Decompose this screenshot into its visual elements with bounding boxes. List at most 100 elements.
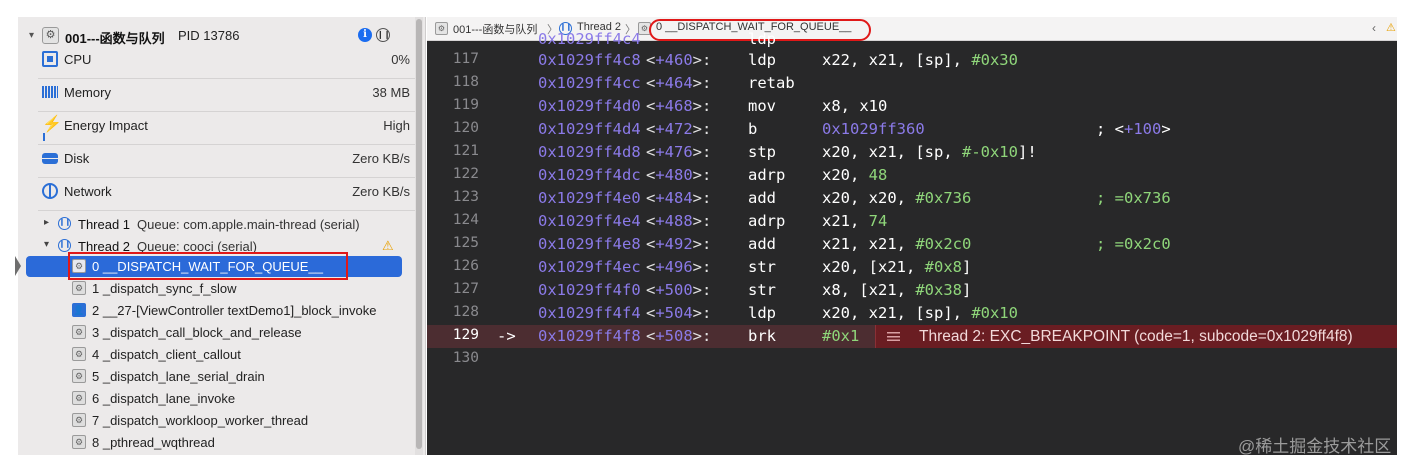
system-frame-icon: ⚙ [72, 391, 86, 405]
offset: <+472>: [646, 120, 712, 138]
chevron-down-icon[interactable]: ▾ [44, 239, 49, 250]
branch-target: 0x1029ff360 [822, 120, 925, 138]
system-frame-icon: ⚙ [72, 325, 86, 339]
operands: x20, x21, [sp, #-0x10]! [822, 143, 1037, 161]
code-line-117[interactable]: 117 0x1029ff4c8 <+460>: ldp x22, x21, [s… [427, 49, 1397, 72]
operand-text: x8, [x21, [822, 281, 916, 299]
energy-icon: ⚡ [42, 116, 62, 133]
offset: <+468>: [646, 97, 712, 115]
operand-immediate: #0x1 [822, 327, 860, 345]
offset-value: +460 [655, 51, 693, 69]
operand-immediate: #0x2c0 [915, 235, 972, 253]
operand-text: x20, x21, [sp], [822, 304, 972, 322]
warning-icon[interactable]: ⚠ [382, 238, 394, 254]
code-line-partial: 0x1029ff4c4 ldp [427, 28, 1397, 51]
memory-icon [42, 86, 58, 98]
gauge-label: Disk [64, 151, 90, 166]
line-number: 128 [452, 304, 479, 320]
code-area[interactable]: 0x1029ff4c4 ldp 117 0x1029ff4c8 <+460>: … [427, 30, 1397, 455]
process-row[interactable]: ▾ ⚙ 001---函数与队列 PID 13786 i ❙❙ [18, 25, 414, 47]
opcode: ldp [748, 304, 776, 322]
stack-frame-4[interactable]: ⚙ 4 _dispatch_client_callout [26, 344, 402, 365]
stack-frame-7[interactable]: ⚙ 7 _dispatch_workloop_worker_thread [26, 410, 402, 431]
code-line-122[interactable]: 122 0x1029ff4dc <+480>: adrp x20, 48 [427, 164, 1397, 187]
chevron-down-icon[interactable]: ▾ [29, 30, 34, 41]
opcode: str [748, 258, 776, 276]
offset: <+476>: [646, 143, 712, 161]
stack-frame-2[interactable]: 👤 2 __27-[ViewController textDemo1]_bloc… [26, 300, 402, 321]
code-line-126[interactable]: 126 0x1029ff4ec <+496>: str x20, [x21, #… [427, 256, 1397, 279]
frame-label: 8 _pthread_wqthread [92, 435, 215, 450]
opcode: ldp [748, 30, 776, 48]
current-instruction-arrow: -> [497, 327, 516, 345]
line-number: 124 [452, 212, 479, 228]
system-frame-icon: ⚙ [72, 347, 86, 361]
thread-queue: Queue: com.apple.main-thread (serial) [137, 217, 360, 232]
operand-text: x20, [822, 166, 869, 184]
operands: x20, x21, [sp], #0x10 [822, 304, 1018, 322]
frame-label: 6 _dispatch_lane_invoke [92, 391, 236, 406]
operand-text: x20, x21, [sp, [822, 143, 962, 161]
code-line-129-current[interactable]: 129 -> 0x1029ff4f8 <+508>: brk #0x1 Thre… [427, 325, 1397, 348]
gauge-label: CPU [64, 52, 92, 67]
breakpoint-annotation[interactable]: Thread 2: EXC_BREAKPOINT (code=1, subcod… [911, 325, 1397, 348]
stack-frame-5[interactable]: ⚙ 5 _dispatch_lane_serial_drain [26, 366, 402, 387]
gauge-cpu[interactable]: CPU 0% [38, 47, 416, 79]
info-icon[interactable]: i [358, 28, 372, 42]
stack-frame-1[interactable]: ⚙ 1 _dispatch_sync_f_slow [26, 278, 402, 299]
chevron-right-icon[interactable]: ▸ [44, 217, 49, 228]
user-frame-icon: 👤 [72, 303, 86, 317]
gauge-network[interactable]: Network Zero KB/s [38, 179, 416, 211]
frame-label: 3 _dispatch_call_block_and_release [92, 325, 302, 340]
code-line-123[interactable]: 123 0x1029ff4e0 <+484>: add x20, x20, #0… [427, 187, 1397, 210]
pause-icon[interactable]: ❙❙ [376, 28, 390, 42]
offset-value: +500 [655, 281, 693, 299]
offset: <+492>: [646, 235, 712, 253]
opcode: ldp [748, 51, 776, 69]
opcode: b [748, 120, 758, 138]
thread-row-1[interactable]: ▸ ❙❙ Thread 1 Queue: com.apple.main-thre… [18, 214, 414, 234]
line-number: 117 [452, 51, 479, 67]
gauge-energy[interactable]: ⚡ Energy Impact High [38, 113, 416, 145]
gauge-label: Memory [64, 85, 111, 100]
operand-immediate: #-0x10 [961, 143, 1018, 161]
highlight-box [68, 252, 348, 280]
scrollbar-thumb[interactable] [416, 19, 422, 449]
offset-value: +492 [655, 235, 693, 253]
gauge-disk[interactable]: Disk Zero KB/s [38, 146, 416, 178]
offset: <+504>: [646, 304, 712, 322]
code-line-118[interactable]: 118 0x1029ff4cc <+464>: retab [427, 72, 1397, 95]
code-line-130[interactable]: 130 [427, 348, 1397, 371]
code-line-128[interactable]: 128 0x1029ff4f4 <+504>: ldp x20, x21, [s… [427, 302, 1397, 325]
operand-immediate: #0x38 [915, 281, 962, 299]
address: 0x1029ff4d4 [538, 120, 641, 138]
offset-value: +508 [655, 327, 693, 345]
offset-value: +468 [655, 97, 693, 115]
gauge-value: High [383, 118, 410, 133]
code-line-125[interactable]: 125 0x1029ff4e8 <+492>: add x21, x21, #0… [427, 233, 1397, 256]
line-number: 122 [452, 166, 479, 182]
disk-icon [42, 153, 58, 164]
operands: x22, x21, [sp], #0x30 [822, 51, 1018, 69]
navigator-scrollbar[interactable] [415, 17, 423, 455]
address: 0x1029ff4dc [538, 166, 641, 184]
offset: <+508>: [646, 327, 712, 345]
breakpoint-menu-icon[interactable] [875, 325, 911, 348]
offset-value: +480 [655, 166, 693, 184]
stack-frame-6[interactable]: ⚙ 6 _dispatch_lane_invoke [26, 388, 402, 409]
address: 0x1029ff4ec [538, 258, 641, 276]
stack-frame-8[interactable]: ⚙ 8 _pthread_wqthread [26, 432, 402, 453]
cpu-icon [42, 51, 58, 67]
code-line-121[interactable]: 121 0x1029ff4d8 <+476>: stp x20, x21, [s… [427, 141, 1397, 164]
gauge-memory[interactable]: Memory 38 MB [38, 80, 416, 112]
debug-navigator: ▾ ⚙ 001---函数与队列 PID 13786 i ❙❙ CPU 0% Me… [18, 17, 426, 455]
opcode: retab [748, 74, 795, 92]
stack-frame-3[interactable]: ⚙ 3 _dispatch_call_block_and_release [26, 322, 402, 343]
code-line-124[interactable]: 124 0x1029ff4e4 <+488>: adrp x21, 74 [427, 210, 1397, 233]
code-line-120[interactable]: 120 0x1029ff4d4 <+472>: b 0x1029ff360 ; … [427, 118, 1397, 141]
code-line-127[interactable]: 127 0x1029ff4f0 <+500>: str x8, [x21, #0… [427, 279, 1397, 302]
address: 0x1029ff4e0 [538, 189, 641, 207]
code-line-119[interactable]: 119 0x1029ff4d0 <+468>: mov x8, x10 [427, 95, 1397, 118]
gauge-label: Network [64, 184, 112, 199]
operand-text: x21, x21, [822, 235, 916, 253]
